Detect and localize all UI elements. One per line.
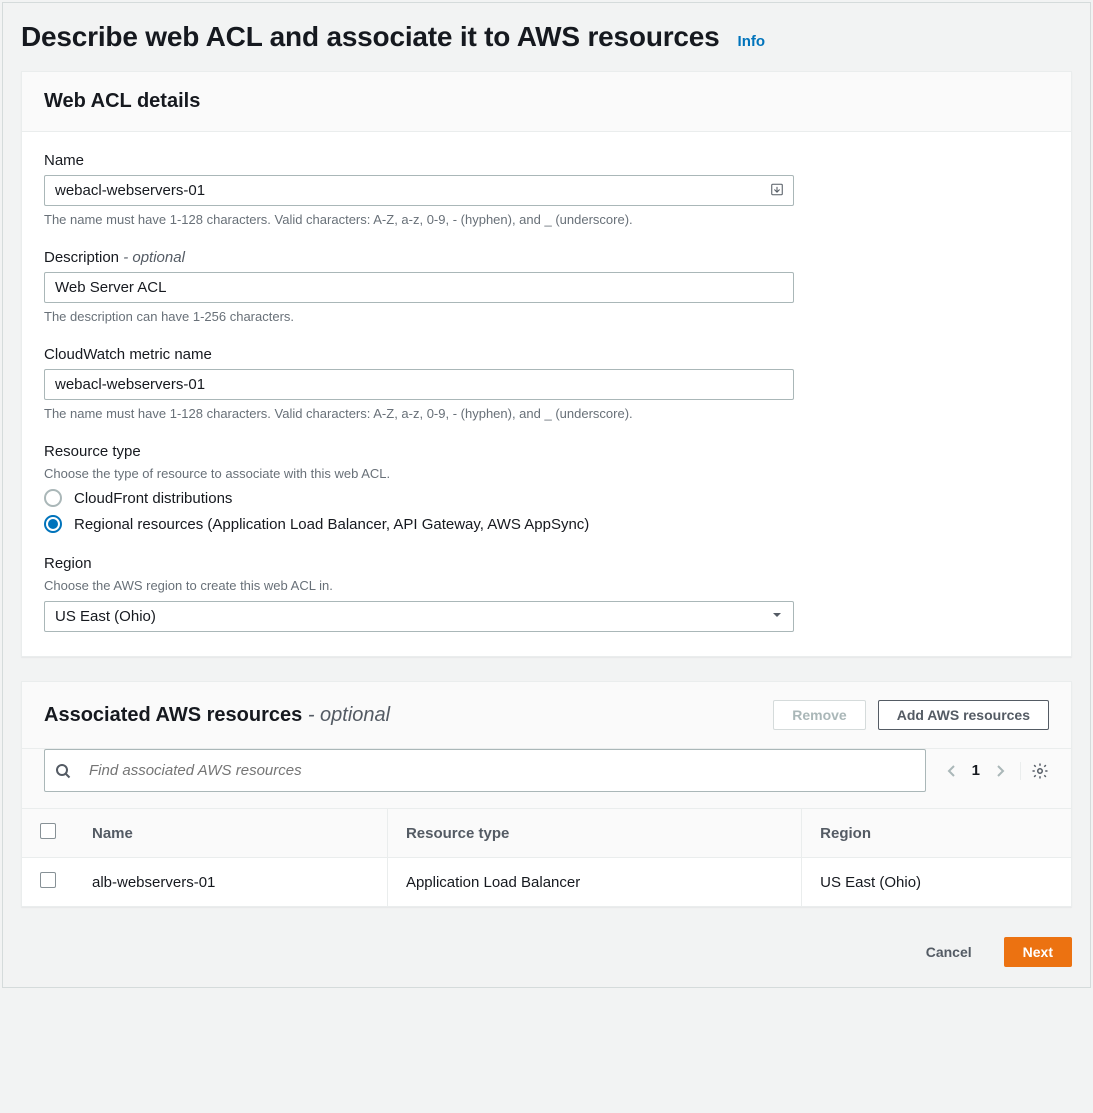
metric-input[interactable] xyxy=(44,369,794,400)
resources-toolbar: 1 xyxy=(22,749,1071,808)
row-type: Application Load Balancer xyxy=(387,858,801,907)
name-help: The name must have 1-128 characters. Val… xyxy=(44,212,794,227)
radio-cloudfront[interactable]: CloudFront distributions xyxy=(44,489,794,507)
description-input[interactable] xyxy=(44,272,794,303)
remove-button[interactable]: Remove xyxy=(773,700,865,730)
pagination: 1 xyxy=(946,762,1049,780)
prev-page-button[interactable] xyxy=(946,763,958,779)
description-label: Description - optional xyxy=(44,249,794,266)
col-name: Name xyxy=(74,809,387,858)
col-region: Region xyxy=(802,809,1071,858)
select-all-checkbox[interactable] xyxy=(40,823,56,839)
chevron-left-icon xyxy=(946,763,958,779)
region-field: Region Choose the AWS region to create t… xyxy=(44,555,794,632)
description-help: The description can have 1-256 character… xyxy=(44,309,794,324)
page-number: 1 xyxy=(972,762,980,779)
associated-resources-header: Associated AWS resources - optional Remo… xyxy=(22,682,1071,749)
web-acl-details-header: Web ACL details xyxy=(22,72,1071,132)
region-desc: Choose the AWS region to create this web… xyxy=(44,578,794,593)
col-type: Resource type xyxy=(387,809,801,858)
radio-regional[interactable]: Regional resources (Application Load Bal… xyxy=(44,515,794,533)
metric-help: The name must have 1-128 characters. Val… xyxy=(44,406,794,421)
metric-field: CloudWatch metric name The name must hav… xyxy=(44,346,794,421)
add-aws-resources-button[interactable]: Add AWS resources xyxy=(878,700,1049,730)
next-button[interactable]: Next xyxy=(1004,937,1072,967)
resource-type-label: Resource type xyxy=(44,443,794,460)
associated-resources-actions: Remove Add AWS resources xyxy=(773,700,1049,730)
web-acl-details-panel: Web ACL details Name The name must have … xyxy=(21,71,1072,657)
resources-search-input[interactable] xyxy=(79,756,915,785)
table-row: alb-webservers-01 Application Load Balan… xyxy=(22,858,1071,907)
radio-regional-label: Regional resources (Application Load Bal… xyxy=(74,516,589,533)
radio-cloudfront-label: CloudFront distributions xyxy=(74,490,232,507)
metric-label: CloudWatch metric name xyxy=(44,346,794,363)
name-label: Name xyxy=(44,152,794,169)
caret-down-icon xyxy=(771,608,783,625)
resources-search-box[interactable] xyxy=(44,749,926,792)
next-page-button[interactable] xyxy=(994,763,1006,779)
radio-icon xyxy=(44,489,62,507)
name-input[interactable] xyxy=(44,175,794,206)
resource-type-desc: Choose the type of resource to associate… xyxy=(44,466,794,481)
info-link[interactable]: Info xyxy=(738,33,766,50)
row-checkbox[interactable] xyxy=(40,872,56,888)
col-checkbox xyxy=(22,809,74,858)
cancel-button[interactable]: Cancel xyxy=(908,937,990,967)
region-value: US East (Ohio) xyxy=(55,608,156,625)
gear-icon xyxy=(1031,762,1049,780)
web-acl-details-title: Web ACL details xyxy=(44,90,200,113)
name-field: Name The name must have 1-128 characters… xyxy=(44,152,794,227)
radio-icon xyxy=(44,515,62,533)
page-header: Describe web ACL and associate it to AWS… xyxy=(21,21,1072,53)
row-region: US East (Ohio) xyxy=(802,858,1071,907)
search-icon xyxy=(55,763,71,779)
chevron-right-icon xyxy=(994,763,1006,779)
web-acl-details-body: Name The name must have 1-128 characters… xyxy=(22,132,1071,656)
settings-button[interactable] xyxy=(1020,762,1049,780)
associated-resources-title: Associated AWS resources - optional xyxy=(44,704,390,727)
wizard-footer: Cancel Next xyxy=(21,931,1072,969)
region-label: Region xyxy=(44,555,794,572)
table-header-row: Name Resource type Region xyxy=(22,809,1071,858)
description-field: Description - optional The description c… xyxy=(44,249,794,324)
row-name: alb-webservers-01 xyxy=(74,858,387,907)
resources-table: Name Resource type Region alb-webservers… xyxy=(22,808,1071,906)
associated-resources-panel: Associated AWS resources - optional Remo… xyxy=(21,681,1072,907)
page-wrapper: Describe web ACL and associate it to AWS… xyxy=(2,2,1091,988)
region-select[interactable]: US East (Ohio) xyxy=(44,601,794,632)
page-title: Describe web ACL and associate it to AWS… xyxy=(21,21,720,53)
resource-type-field: Resource type Choose the type of resourc… xyxy=(44,443,794,533)
